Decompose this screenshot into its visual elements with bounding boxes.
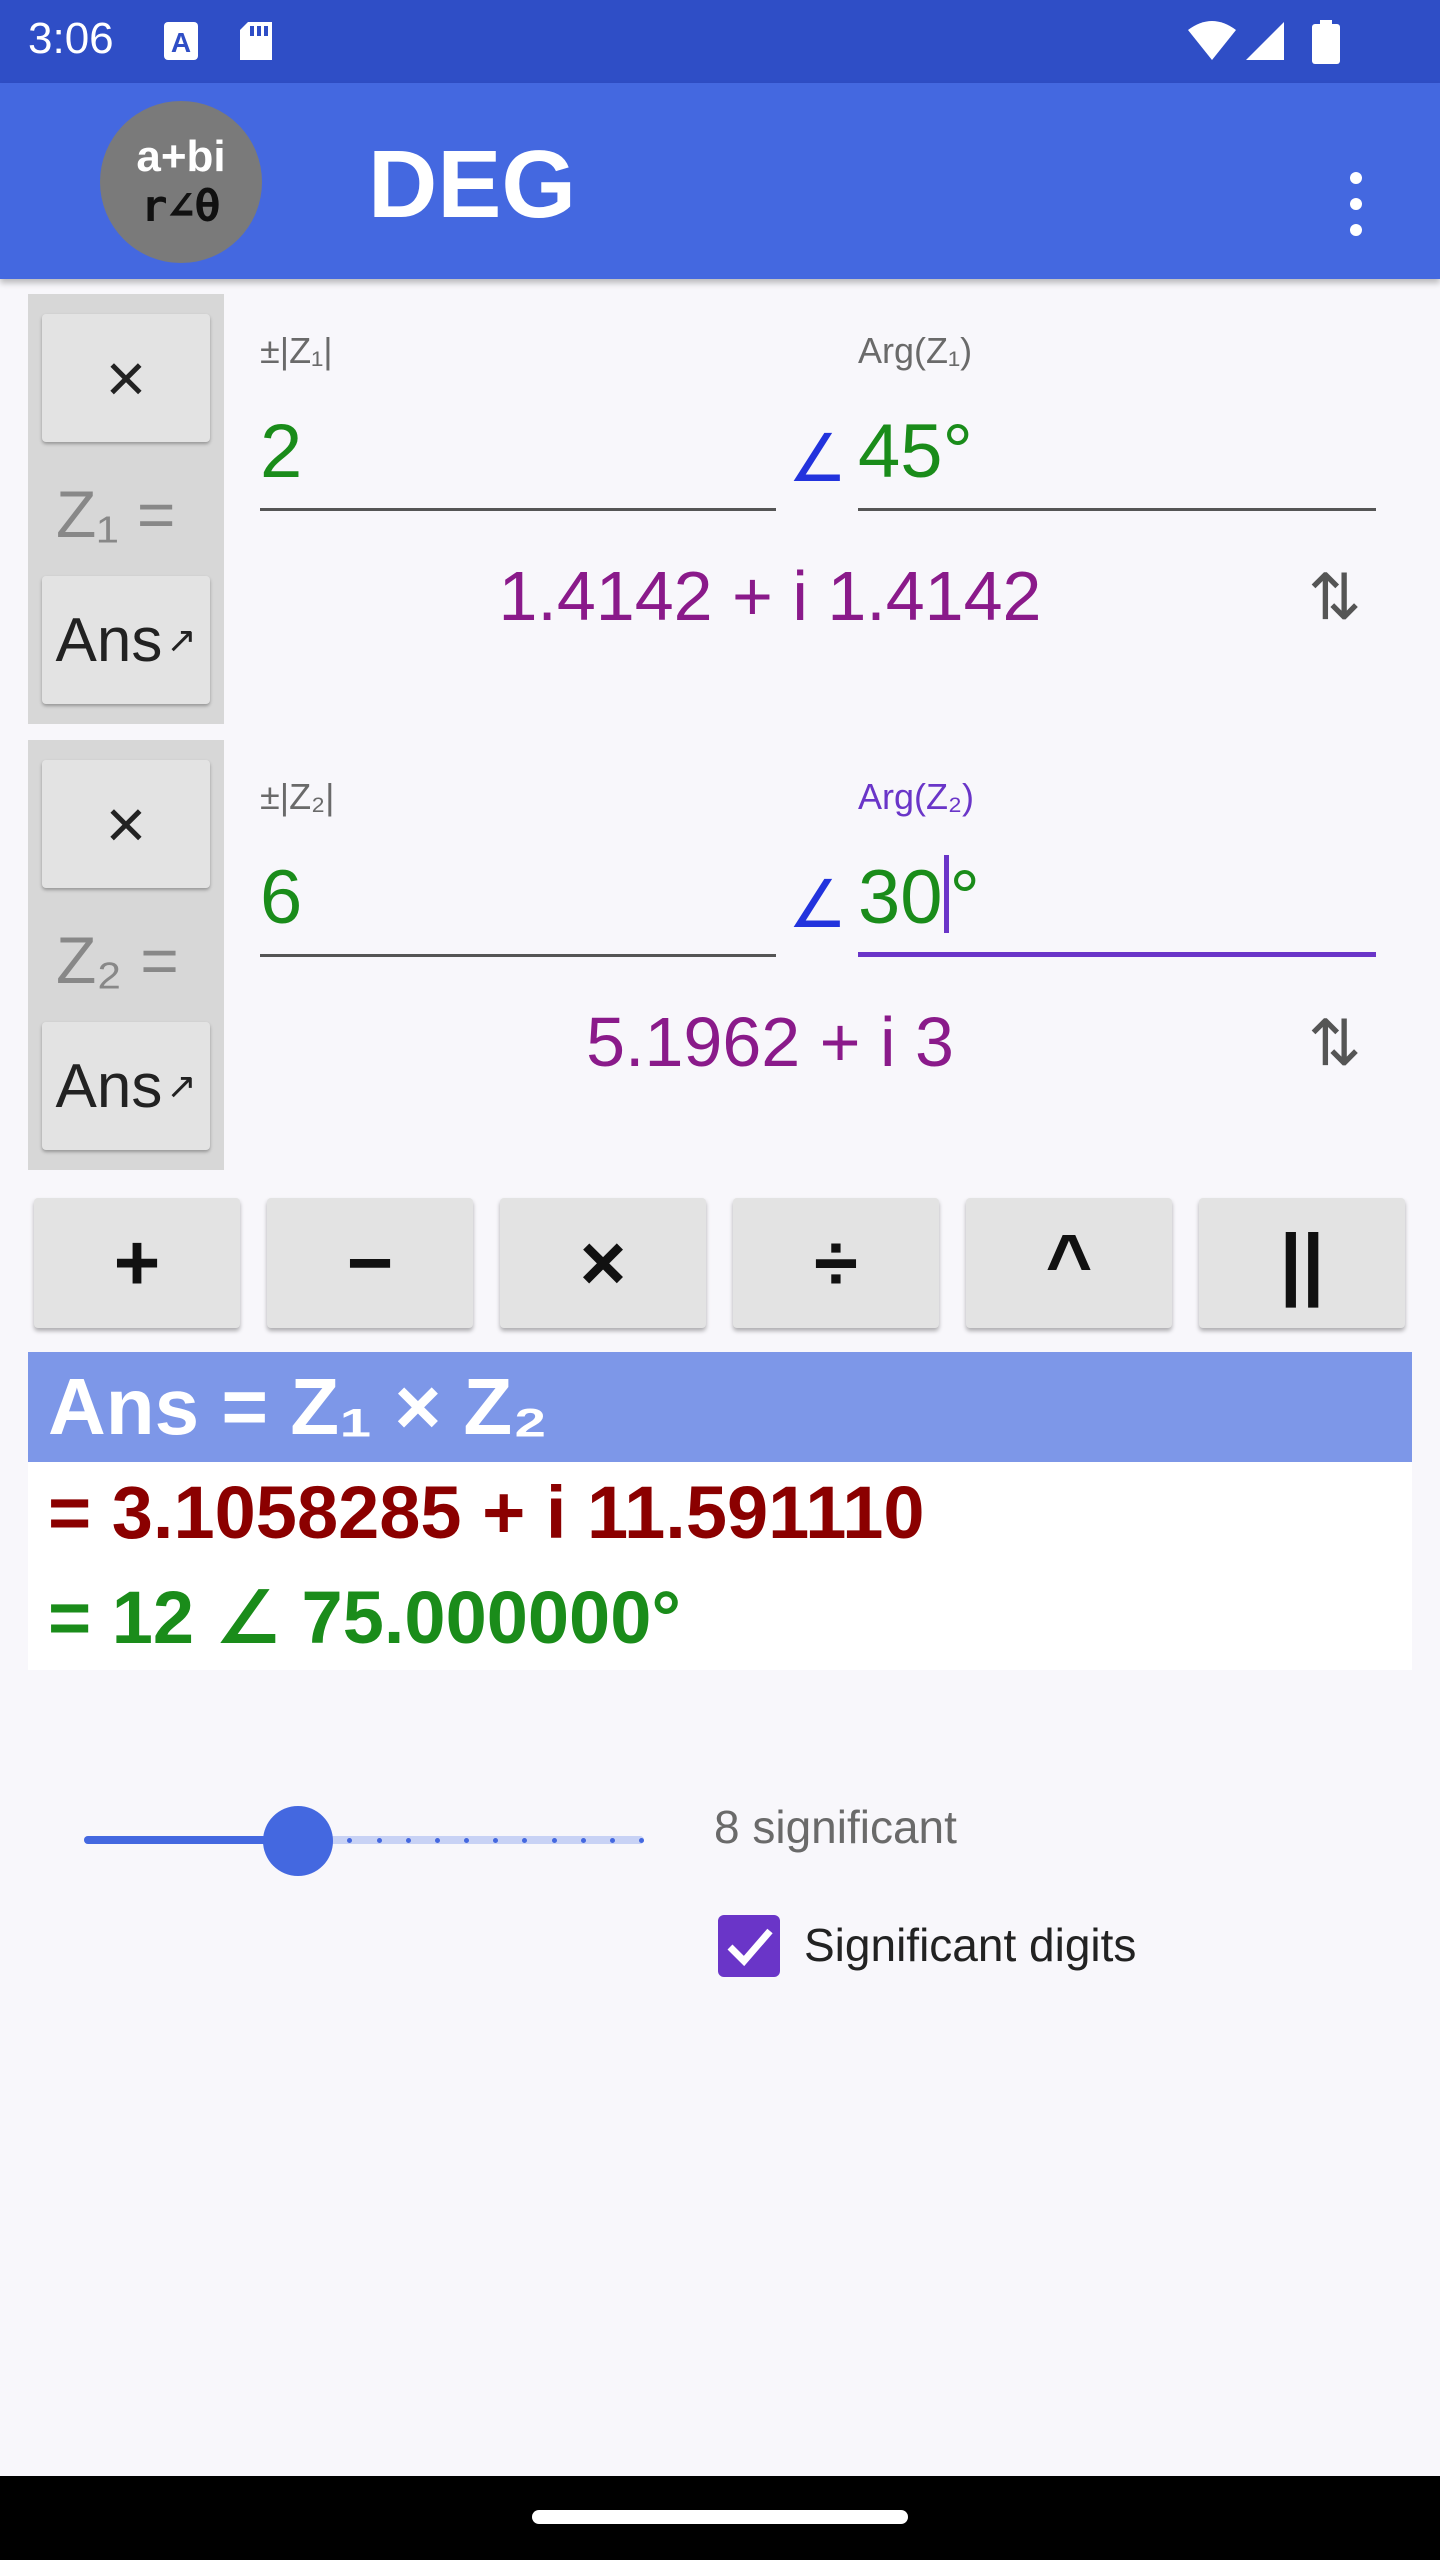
wifi-icon <box>1188 21 1236 60</box>
z2-clear-button[interactable]: × <box>42 760 210 888</box>
z2-ans-button[interactable]: Ans ↗ <box>42 1022 210 1150</box>
z1-magnitude-input[interactable]: 2 <box>260 408 302 495</box>
slider-tick <box>580 1838 586 1843</box>
arrow-ne-icon: ↗ <box>166 619 197 660</box>
svg-text:A: A <box>171 27 191 58</box>
power-button[interactable]: ^ <box>966 1198 1172 1328</box>
angle-icon: ∠ <box>788 867 848 941</box>
z2-arg-text-after-cursor: ° <box>949 855 980 940</box>
text-cursor <box>943 855 949 933</box>
more-vert-icon[interactable] <box>1338 168 1374 240</box>
z2-arg-input[interactable]: 30° <box>858 854 980 941</box>
z1-magnitude-label: ±|Z₁| <box>260 330 333 371</box>
sd-card-icon <box>240 22 272 60</box>
z2-ans-label: Ans <box>55 1051 163 1121</box>
z1-ans-button[interactable]: Ans ↗ <box>42 576 210 704</box>
z2-magnitude-label: ±|Z₂| <box>260 776 335 817</box>
mode-badge-line2: r∠θ <box>141 181 221 232</box>
z2-arg-text-before-cursor: 30 <box>858 855 943 940</box>
divide-button[interactable]: ÷ <box>733 1198 939 1328</box>
z1-magnitude-underline <box>260 508 776 511</box>
significant-count-label: 8 significant <box>714 1801 957 1853</box>
slider-tick <box>551 1838 557 1843</box>
home-gesture-handle[interactable] <box>532 2510 908 2524</box>
check-icon <box>727 1928 773 1967</box>
z2-magnitude-underline <box>260 954 776 957</box>
z1-arg-underline <box>858 508 1376 511</box>
slider-tick <box>639 1838 644 1843</box>
answer-polar: = 12 ∠ 75.000000° <box>48 1576 681 1659</box>
z1-clear-button[interactable]: × <box>42 314 210 442</box>
arrow-ne-icon: ↗ <box>166 1065 197 1106</box>
slider-tick <box>609 1838 615 1843</box>
add-button[interactable]: + <box>34 1198 240 1328</box>
significant-digits-label: Significant digits <box>804 1919 1137 1971</box>
signal-icon <box>1246 22 1284 60</box>
close-icon: × <box>105 339 147 417</box>
z2-arg-label: Arg(Z₂) <box>858 776 974 817</box>
mode-toggle-button[interactable]: a+bi r∠θ <box>100 101 262 263</box>
z1-label: Z₁ = <box>56 477 176 551</box>
slider-tick <box>434 1838 440 1843</box>
close-icon: × <box>105 785 147 863</box>
multiply-button[interactable]: × <box>500 1198 706 1328</box>
notification-a-icon: A <box>164 22 198 60</box>
mode-badge-line1: a+bi <box>136 132 226 181</box>
z2-arg-underline <box>858 952 1376 957</box>
answer-header: Ans = Z₁ × Z₂ <box>28 1352 1412 1462</box>
z1-ans-label: Ans <box>55 605 163 675</box>
z1-rectangular-form: 1.4142 + i 1.4142 <box>498 557 1042 635</box>
slider-tick <box>464 1838 470 1843</box>
parallel-button[interactable]: || <box>1199 1198 1405 1328</box>
z1-swap-icon[interactable]: ⇅ <box>1308 560 1362 635</box>
z1-arg-label: Arg(Z₁) <box>858 330 973 371</box>
slider-tick <box>376 1838 382 1843</box>
status-time: 3:06 <box>28 14 114 63</box>
slider-tick <box>405 1838 411 1843</box>
z1-arg-input[interactable]: 45° <box>858 408 973 495</box>
z2-swap-icon[interactable]: ⇅ <box>1308 1006 1362 1081</box>
slider-tick <box>347 1838 353 1843</box>
answer-rectangular: = 3.1058285 + i 11.591110 <box>48 1471 925 1554</box>
z2-magnitude-input[interactable]: 6 <box>260 854 302 941</box>
subtract-button[interactable]: − <box>267 1198 473 1328</box>
angle-unit-title[interactable]: DEG <box>368 130 576 240</box>
z2-label: Z₂ = <box>56 923 179 997</box>
slider-tick <box>522 1838 528 1843</box>
precision-slider-thumb[interactable] <box>262 1806 333 1876</box>
battery-icon <box>1312 20 1340 64</box>
angle-icon: ∠ <box>788 421 848 495</box>
significant-digits-checkbox[interactable] <box>718 1915 780 1977</box>
z2-rectangular-form: 5.1962 + i 3 <box>586 1003 954 1081</box>
slider-tick <box>493 1838 499 1843</box>
